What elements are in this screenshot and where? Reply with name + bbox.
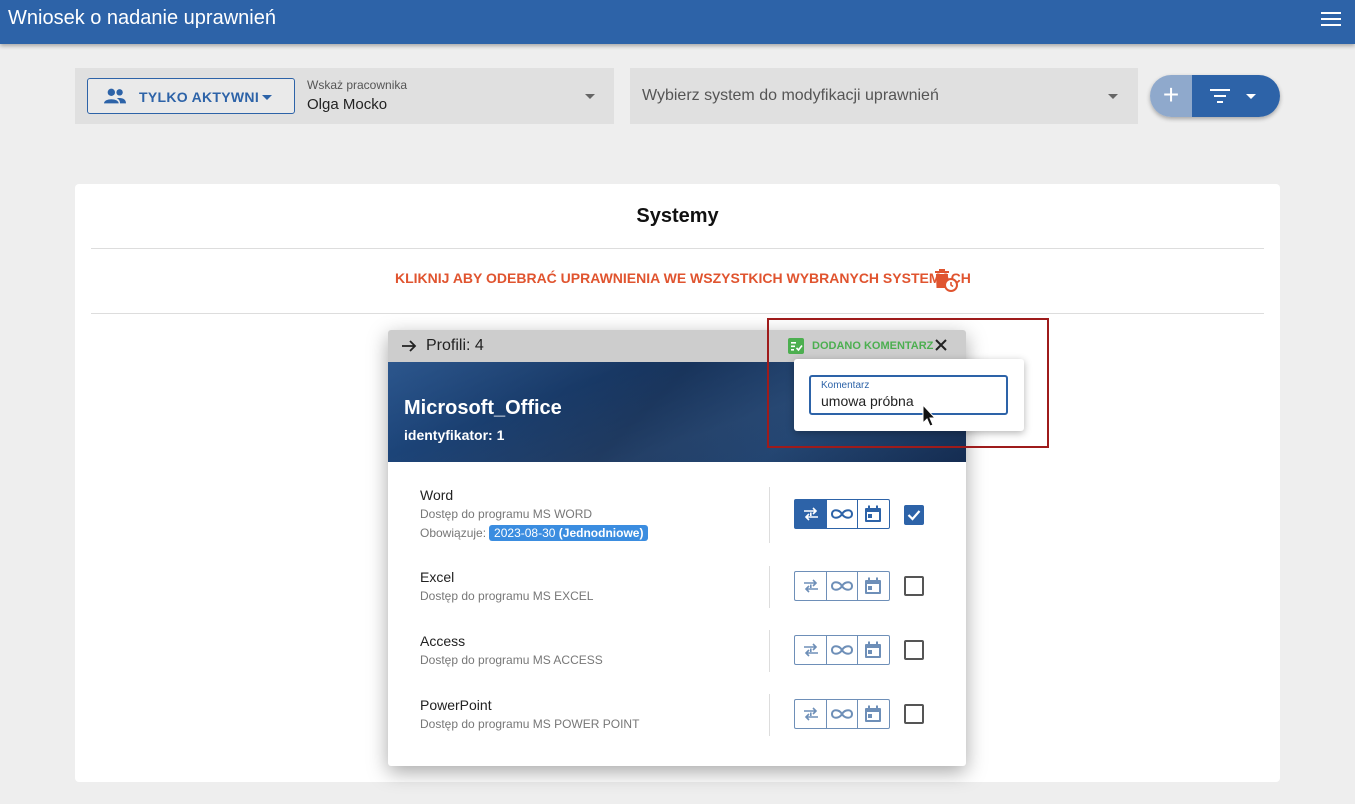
divider bbox=[769, 487, 770, 543]
infinity-icon bbox=[830, 509, 854, 519]
check-icon bbox=[907, 510, 921, 521]
profile-description: Dostęp do programu MS POWER POINT bbox=[420, 717, 640, 731]
divider bbox=[91, 313, 1264, 314]
systems-heading: Systemy bbox=[636, 205, 719, 227]
add-button[interactable]: + bbox=[1150, 75, 1192, 117]
mouse-cursor-icon bbox=[922, 404, 936, 427]
profile-row-excel: Excel Dostęp do programu MS EXCEL bbox=[388, 566, 966, 609]
unlimited-toggle[interactable] bbox=[826, 500, 857, 528]
divider bbox=[769, 694, 770, 736]
menu-icon[interactable] bbox=[1321, 12, 1341, 28]
profile-validity: Obowiązuje: 2023-08-30 (Jednodniowe) bbox=[420, 525, 649, 541]
validity-type: (Jednodniowe) bbox=[558, 526, 644, 540]
infinity-icon bbox=[830, 645, 854, 655]
duration-toggle-group bbox=[794, 571, 890, 601]
repeat-one-icon bbox=[803, 707, 818, 721]
date-range-toggle[interactable] bbox=[857, 700, 888, 728]
profile-name: PowerPoint bbox=[420, 697, 492, 713]
profile-checkbox[interactable] bbox=[904, 505, 924, 525]
duration-toggle-group bbox=[794, 635, 890, 665]
profile-name: Excel bbox=[420, 569, 455, 585]
chevron-down-icon bbox=[262, 95, 272, 100]
duration-toggle-group bbox=[794, 499, 890, 529]
divider bbox=[91, 248, 1264, 249]
validity-label: Obowiązuje: bbox=[420, 526, 487, 540]
profile-checkbox[interactable] bbox=[904, 704, 924, 724]
profile-row-powerpoint: PowerPoint Dostęp do programu MS POWER P… bbox=[388, 694, 966, 737]
profile-description: Dostęp do programu MS EXCEL bbox=[420, 589, 594, 603]
filter-button[interactable] bbox=[1192, 75, 1280, 117]
validity-date: 2023-08-30 bbox=[494, 526, 556, 540]
highlight-frame bbox=[767, 318, 1049, 448]
only-active-button[interactable]: TYLKO AKTYWNI bbox=[87, 78, 295, 114]
one-time-toggle[interactable] bbox=[795, 636, 826, 664]
employee-dropdown-icon[interactable] bbox=[585, 94, 595, 99]
app-title: Wniosek o nadanie uprawnień bbox=[8, 7, 276, 29]
date-range-toggle[interactable] bbox=[857, 500, 888, 528]
repeat-one-icon bbox=[803, 643, 818, 657]
divider bbox=[769, 630, 770, 672]
chevron-down-icon bbox=[1246, 94, 1256, 99]
delete-clock-icon[interactable] bbox=[934, 268, 958, 292]
repeat-one-icon bbox=[803, 507, 818, 521]
infinity-icon bbox=[830, 581, 854, 591]
date-range-toggle[interactable] bbox=[857, 636, 888, 664]
profile-name: Word bbox=[420, 487, 454, 503]
date-range-toggle[interactable] bbox=[857, 572, 888, 600]
revoke-all-link[interactable]: KLIKNIJ ABY ODEBRAĆ UPRAWNIENIA WE WSZYS… bbox=[395, 270, 971, 286]
employee-toolbar: TYLKO AKTYWNI Wskaż pracownika Olga Mock… bbox=[75, 68, 614, 124]
unlimited-toggle[interactable] bbox=[826, 636, 857, 664]
employee-label: Wskaż pracownika bbox=[307, 78, 408, 92]
one-time-toggle[interactable] bbox=[795, 572, 826, 600]
profiles-count: Profili: 4 bbox=[426, 337, 484, 354]
duration-toggle-group bbox=[794, 699, 890, 729]
action-button-group: + bbox=[1150, 75, 1280, 117]
calendar-icon bbox=[865, 577, 881, 594]
profile-checkbox[interactable] bbox=[904, 576, 924, 596]
system-select[interactable]: Wybierz system do modyfikacji uprawnień bbox=[630, 68, 1138, 124]
profile-description: Dostęp do programu MS WORD bbox=[420, 507, 593, 521]
calendar-icon bbox=[865, 505, 881, 522]
employee-select[interactable]: Olga Mocko bbox=[307, 96, 387, 113]
calendar-icon bbox=[865, 641, 881, 658]
profile-description: Dostęp do programu MS ACCESS bbox=[420, 653, 603, 667]
unlimited-toggle[interactable] bbox=[826, 572, 857, 600]
arrow-right-icon[interactable] bbox=[401, 338, 417, 354]
profile-row-access: Access Dostęp do programu MS ACCESS bbox=[388, 630, 966, 673]
unlimited-toggle[interactable] bbox=[826, 700, 857, 728]
system-select-placeholder: Wybierz system do modyfikacji uprawnień bbox=[642, 87, 939, 104]
app-bar: Wniosek o nadanie uprawnień bbox=[0, 0, 1355, 44]
infinity-icon bbox=[830, 709, 854, 719]
repeat-one-icon bbox=[803, 579, 818, 593]
validity-badge: 2023-08-30 (Jednodniowe) bbox=[489, 525, 649, 541]
people-icon bbox=[104, 88, 126, 104]
profile-name: Access bbox=[420, 633, 466, 649]
system-identifier: identyfikator: 1 bbox=[404, 427, 505, 443]
profile-checkbox[interactable] bbox=[904, 640, 924, 660]
profile-row-word: Word Dostęp do programu MS WORD Obowiązu… bbox=[388, 487, 966, 547]
one-time-toggle[interactable] bbox=[795, 700, 826, 728]
system-name: Microsoft_Office bbox=[404, 397, 562, 419]
system-dropdown-icon bbox=[1108, 94, 1118, 99]
only-active-label: TYLKO AKTYWNI bbox=[139, 89, 260, 105]
one-time-toggle[interactable] bbox=[795, 500, 826, 528]
calendar-icon bbox=[865, 705, 881, 722]
divider bbox=[769, 566, 770, 608]
filter-icon bbox=[1210, 89, 1230, 103]
